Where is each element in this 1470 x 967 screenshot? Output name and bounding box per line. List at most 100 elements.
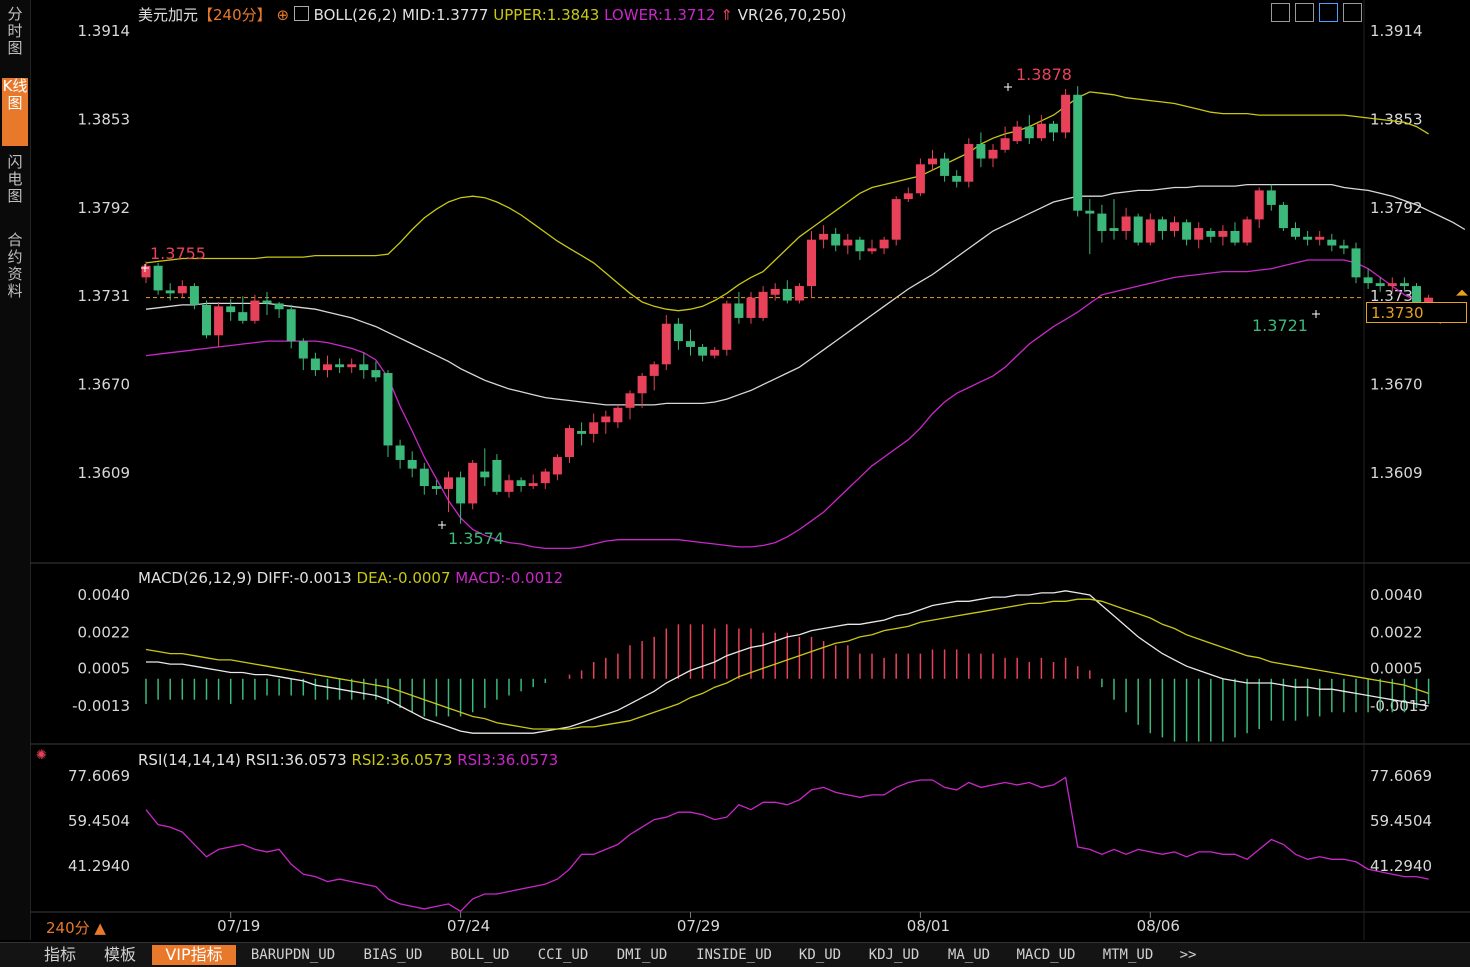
tab-more[interactable]: >> [1172, 945, 1204, 965]
candle-body [601, 416, 611, 423]
low-marker-label: 1.3574 [448, 529, 504, 548]
candle-body [867, 248, 877, 252]
vr-label: VR(26,70,250) [737, 6, 847, 24]
candle-body [831, 233, 841, 246]
price-tick-label-right: 1.3670 [1370, 376, 1423, 394]
candle-body [928, 158, 937, 165]
play-icon[interactable] [1319, 3, 1338, 22]
boll-icon [293, 6, 309, 21]
candle-body [903, 193, 913, 200]
tab-boll-ud[interactable]: BOLL_UD [440, 945, 520, 965]
tab-ma-ud[interactable]: MA_UD [938, 945, 1000, 965]
candle-body [371, 370, 381, 378]
period-label: 【240分】 [198, 6, 272, 24]
x-tick-label: 07/29 [677, 917, 720, 935]
candle-body [686, 341, 695, 347]
price-tick-label-left: 1.3609 [78, 464, 131, 482]
candle-body [565, 428, 574, 458]
tab-template[interactable]: 模板 [94, 945, 146, 965]
price-tick-label-right: 1.3609 [1370, 464, 1423, 482]
rsi-tick-label-right: 41.2940 [1370, 857, 1432, 875]
layout-icon[interactable] [1295, 3, 1314, 22]
settings-icon[interactable]: ⊕ [276, 6, 289, 24]
arrow-up-icon: ⇑ [720, 6, 733, 24]
macd-tick-label-right: 0.0022 [1370, 624, 1423, 642]
chart-canvas[interactable]: 1.3914 1.39141.3853 1.38531.3792 1.37921.37… [0, 0, 1470, 940]
candle-body [879, 239, 889, 249]
candle-body [1387, 283, 1397, 287]
indicator-tab-bar: 指标 模板 VIP指标 BARUPDN_UD BIAS_UD BOLL_UD C… [0, 942, 1470, 967]
tab-barupdn-ud[interactable]: BARUPDN_UD [240, 945, 346, 965]
candle-body [1230, 230, 1240, 243]
candle-body [202, 304, 211, 336]
candle-body [819, 233, 829, 240]
x-tick-label: 08/06 [1137, 917, 1180, 935]
end-marker-cross [1312, 310, 1320, 318]
macd-diff: DIFF:-0.0013 [256, 569, 352, 587]
rsi-tick-label-left: 59.4504 [68, 812, 130, 830]
candle-body [1375, 283, 1385, 287]
tab-indicator[interactable]: 指标 [34, 945, 86, 965]
rsi1-value: RSI1:36.0573 [245, 751, 347, 769]
boll-label: BOLL(26,2) [313, 6, 398, 24]
high-marker-label: 1.3878 [1016, 65, 1072, 84]
candle-body [940, 158, 950, 176]
tab-mtm-ud[interactable]: MTM_UD [1092, 945, 1164, 965]
tab-vip-indicator[interactable]: VIP指标 [152, 945, 236, 965]
candle-body [274, 303, 284, 310]
candle-body [891, 199, 901, 240]
tab-bias-ud[interactable]: BIAS_UD [354, 945, 432, 965]
tab-cci-ud[interactable]: CCI_UD [528, 945, 598, 965]
candle-body [444, 477, 453, 489]
x-tick-label: 07/24 [447, 917, 490, 935]
candle-body [1145, 219, 1155, 243]
sun-icon[interactable]: ✺ [36, 748, 47, 763]
price-tick-label-left: 1.3731 [78, 287, 131, 305]
candle-body [516, 480, 526, 487]
candle-body [359, 364, 369, 371]
high-marker-cross [1004, 83, 1012, 91]
tab-label: MTM_UD [1102, 947, 1154, 963]
candle-body [456, 477, 466, 504]
candle-body [286, 309, 296, 342]
candle-body [250, 300, 260, 321]
current-price-value: 1.3730 [1371, 304, 1424, 322]
tab-inside-ud[interactable]: INSIDE_UD [686, 945, 782, 965]
macd-value: MACD:-0.0012 [455, 569, 564, 587]
candle-body [383, 373, 393, 446]
price-tick-label-left: 1.3792 [78, 199, 131, 217]
candle-body [153, 265, 163, 291]
candle-body [1024, 126, 1034, 139]
boll-lower: LOWER:1.3712 [604, 6, 716, 24]
window-icon[interactable] [1343, 3, 1362, 22]
candle-body [504, 480, 514, 492]
start-marker-label: 1.3755 [150, 244, 206, 263]
rsi-tick-label-left: 77.6069 [68, 767, 130, 785]
tab-macd-ud[interactable]: MACD_UD [1006, 945, 1086, 965]
candle-body [577, 430, 587, 434]
candle-body [1012, 126, 1022, 142]
crosshair-icon[interactable] [1271, 3, 1290, 22]
price-tick-label-right: 1.3792 [1370, 199, 1423, 217]
tab-label: INSIDE_UD [696, 947, 772, 963]
tab-label: BARUPDN_UD [250, 947, 336, 963]
rsi3-value: RSI3:36.0573 [457, 751, 559, 769]
candle-body [431, 486, 441, 489]
candle-body [673, 323, 683, 342]
tab-kd-ud[interactable]: KD_UD [790, 945, 850, 965]
candle-body [1170, 222, 1179, 231]
candle-body [468, 462, 478, 504]
candle-body [347, 364, 357, 368]
candle-body [1133, 216, 1143, 243]
period-selector[interactable]: 240分 ▲ [46, 917, 106, 938]
candle-body [407, 459, 417, 469]
candle-body [165, 290, 175, 294]
tab-kdj-ud[interactable]: KDJ_UD [858, 945, 930, 965]
candle-body [1278, 204, 1288, 229]
candle-body [976, 144, 986, 159]
candle-body [782, 288, 792, 301]
x-tick-label: 08/01 [907, 917, 950, 935]
rsi-tick-label-right: 59.4504 [1370, 812, 1432, 830]
candle-body [1291, 228, 1300, 237]
tab-dmi-ud[interactable]: DMI_UD [606, 945, 678, 965]
